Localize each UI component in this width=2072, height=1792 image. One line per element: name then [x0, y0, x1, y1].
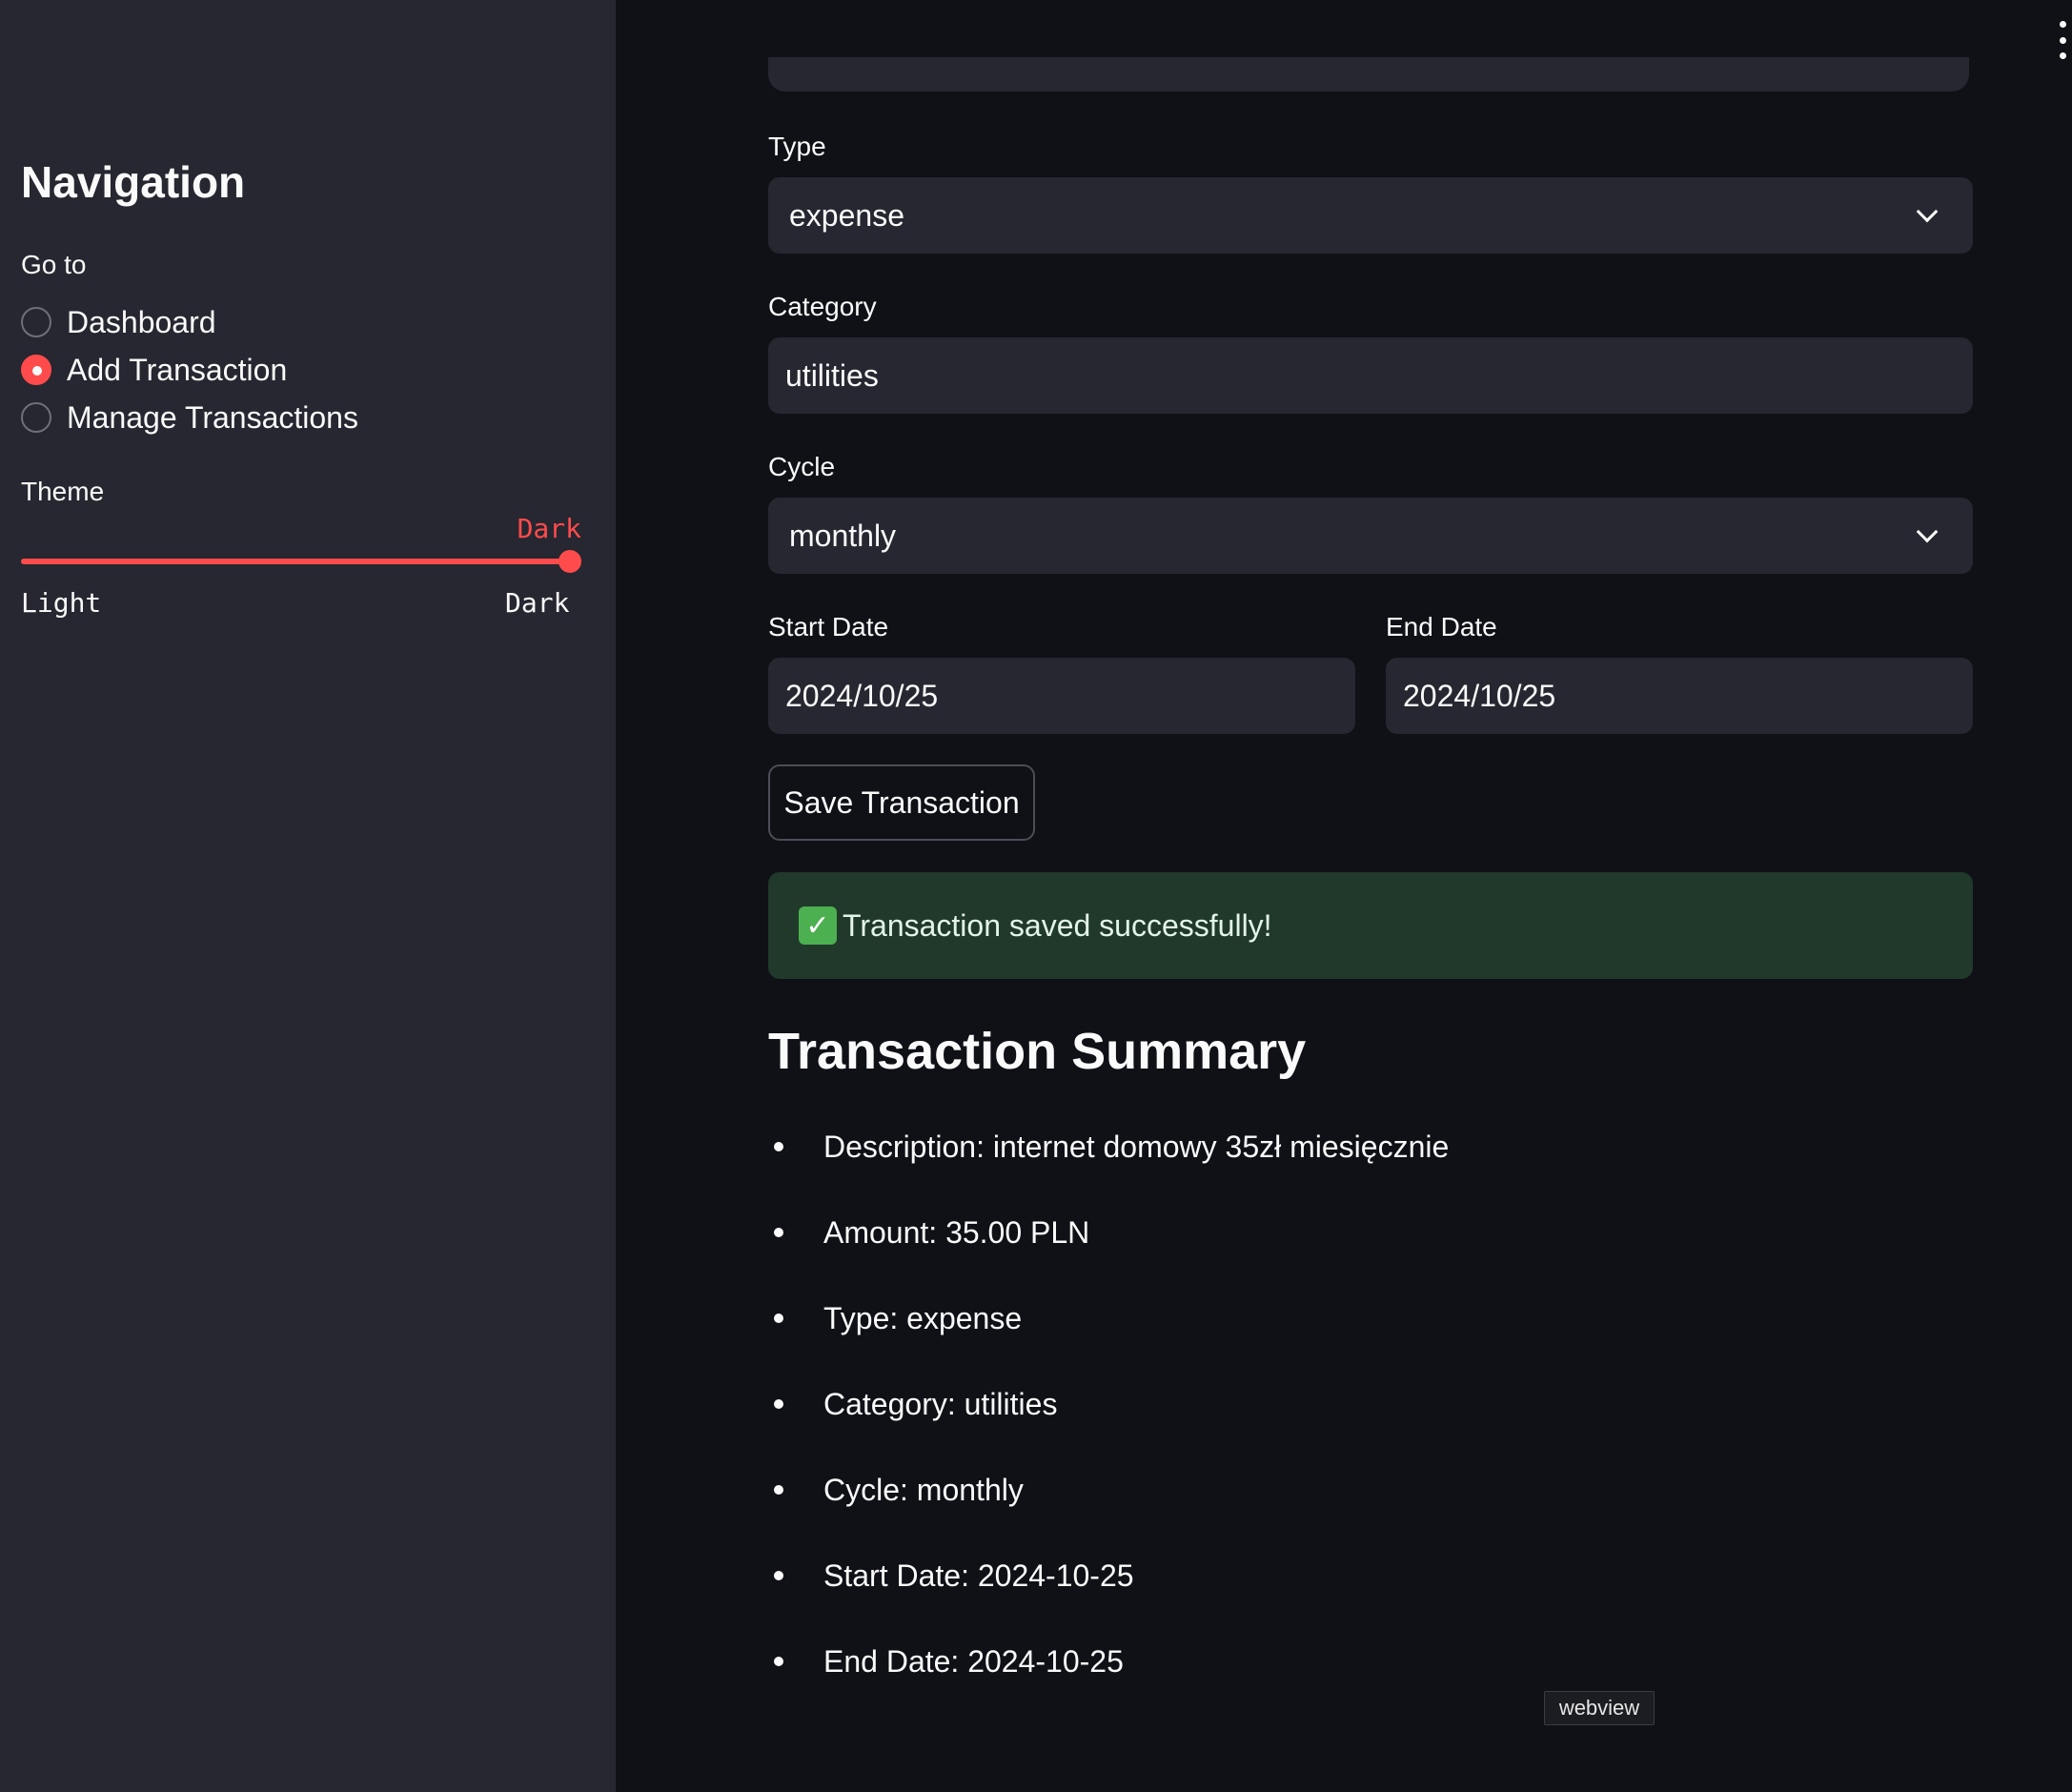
summary-item-text: Category: utilities — [823, 1387, 1058, 1421]
summary-item-text: End Date: 2024-10-25 — [823, 1644, 1124, 1679]
radio-label: Add Transaction — [67, 352, 288, 387]
summary-item-text: Cycle: monthly — [823, 1473, 1024, 1507]
theme-slider-track[interactable] — [21, 559, 570, 564]
bullet-icon — [774, 1313, 783, 1323]
webview-tag: webview — [1544, 1691, 1655, 1725]
sidebar: Navigation Go to Dashboard Add Transacti… — [0, 0, 616, 1792]
bullet-icon — [774, 1571, 783, 1580]
theme-slider-min-label: Light — [21, 587, 102, 619]
bullet-icon — [774, 1142, 783, 1151]
summary-item-category: Category: utilities — [768, 1373, 1449, 1458]
app-window: Navigation Go to Dashboard Add Transacti… — [0, 0, 2072, 1792]
radio-option-add-transaction[interactable]: Add Transaction — [21, 349, 287, 391]
type-label: Type — [768, 132, 826, 161]
summary-item-end-date: End Date: 2024-10-25 — [768, 1630, 1449, 1716]
chevron-down-icon — [1916, 520, 1939, 543]
summary-item-amount: Amount: 35.00 PLN — [768, 1201, 1449, 1287]
radio-circle[interactable] — [21, 402, 51, 433]
start-date-label: Start Date — [768, 612, 889, 641]
summary-item-text: Start Date: 2024-10-25 — [823, 1558, 1134, 1593]
theme-slider-thumb[interactable] — [559, 550, 581, 573]
radio-option-manage-transactions[interactable]: Manage Transactions — [21, 397, 358, 438]
end-date-value: 2024/10/25 — [1403, 678, 1556, 713]
goto-label: Go to — [21, 250, 87, 279]
radio-circle[interactable] — [21, 307, 51, 337]
radio-circle-selected[interactable] — [21, 355, 51, 385]
bullet-icon — [774, 1485, 783, 1495]
type-select-value: expense — [789, 197, 904, 233]
cycle-select[interactable]: monthly — [768, 498, 1973, 574]
theme-slider-value: Dark — [517, 513, 581, 544]
save-transaction-button[interactable]: Save Transaction — [768, 764, 1035, 841]
end-date-input[interactable]: 2024/10/25 — [1386, 658, 1973, 734]
main-content: Type expense Category utilities Cycle mo… — [616, 0, 2072, 1792]
sidebar-title: Navigation — [21, 157, 246, 207]
summary-item-description: Description: internet domowy 35zł miesię… — [768, 1115, 1449, 1201]
radio-label: Manage Transactions — [67, 399, 358, 435]
radio-option-dashboard[interactable]: Dashboard — [21, 301, 216, 343]
start-date-input[interactable]: 2024/10/25 — [768, 658, 1355, 734]
bullet-icon — [774, 1228, 783, 1237]
bullet-icon — [774, 1657, 783, 1666]
summary-item-start-date: Start Date: 2024-10-25 — [768, 1544, 1449, 1630]
chevron-down-icon — [1916, 200, 1939, 223]
start-date-value: 2024/10/25 — [785, 678, 939, 713]
cycle-select-value: monthly — [789, 518, 897, 553]
success-alert-text: Transaction saved successfully! — [843, 907, 1272, 943]
previous-field-edge — [768, 57, 1969, 92]
type-select[interactable]: expense — [768, 177, 1973, 254]
category-input[interactable]: utilities — [768, 337, 1973, 414]
theme-slider-max-label: Dark — [505, 587, 570, 619]
radio-label: Dashboard — [67, 304, 216, 339]
summary-item-text: Type: expense — [823, 1301, 1023, 1335]
bullet-icon — [774, 1399, 783, 1409]
category-label: Category — [768, 292, 877, 321]
summary-list: Description: internet domowy 35zł miesię… — [768, 1115, 1449, 1716]
more-options-icon[interactable] — [2053, 21, 2072, 59]
check-mark-icon: ✓ — [799, 906, 837, 945]
summary-item-type: Type: expense — [768, 1287, 1449, 1373]
success-alert: ✓ Transaction saved successfully! — [768, 872, 1973, 979]
end-date-label: End Date — [1386, 612, 1497, 641]
summary-item-text: Amount: 35.00 PLN — [823, 1215, 1090, 1250]
summary-item-text: Description: internet domowy 35zł miesię… — [823, 1130, 1450, 1164]
theme-label: Theme — [21, 477, 105, 506]
summary-title: Transaction Summary — [768, 1023, 1307, 1080]
cycle-label: Cycle — [768, 452, 836, 481]
category-input-value: utilities — [785, 357, 879, 393]
summary-item-cycle: Cycle: monthly — [768, 1458, 1449, 1544]
